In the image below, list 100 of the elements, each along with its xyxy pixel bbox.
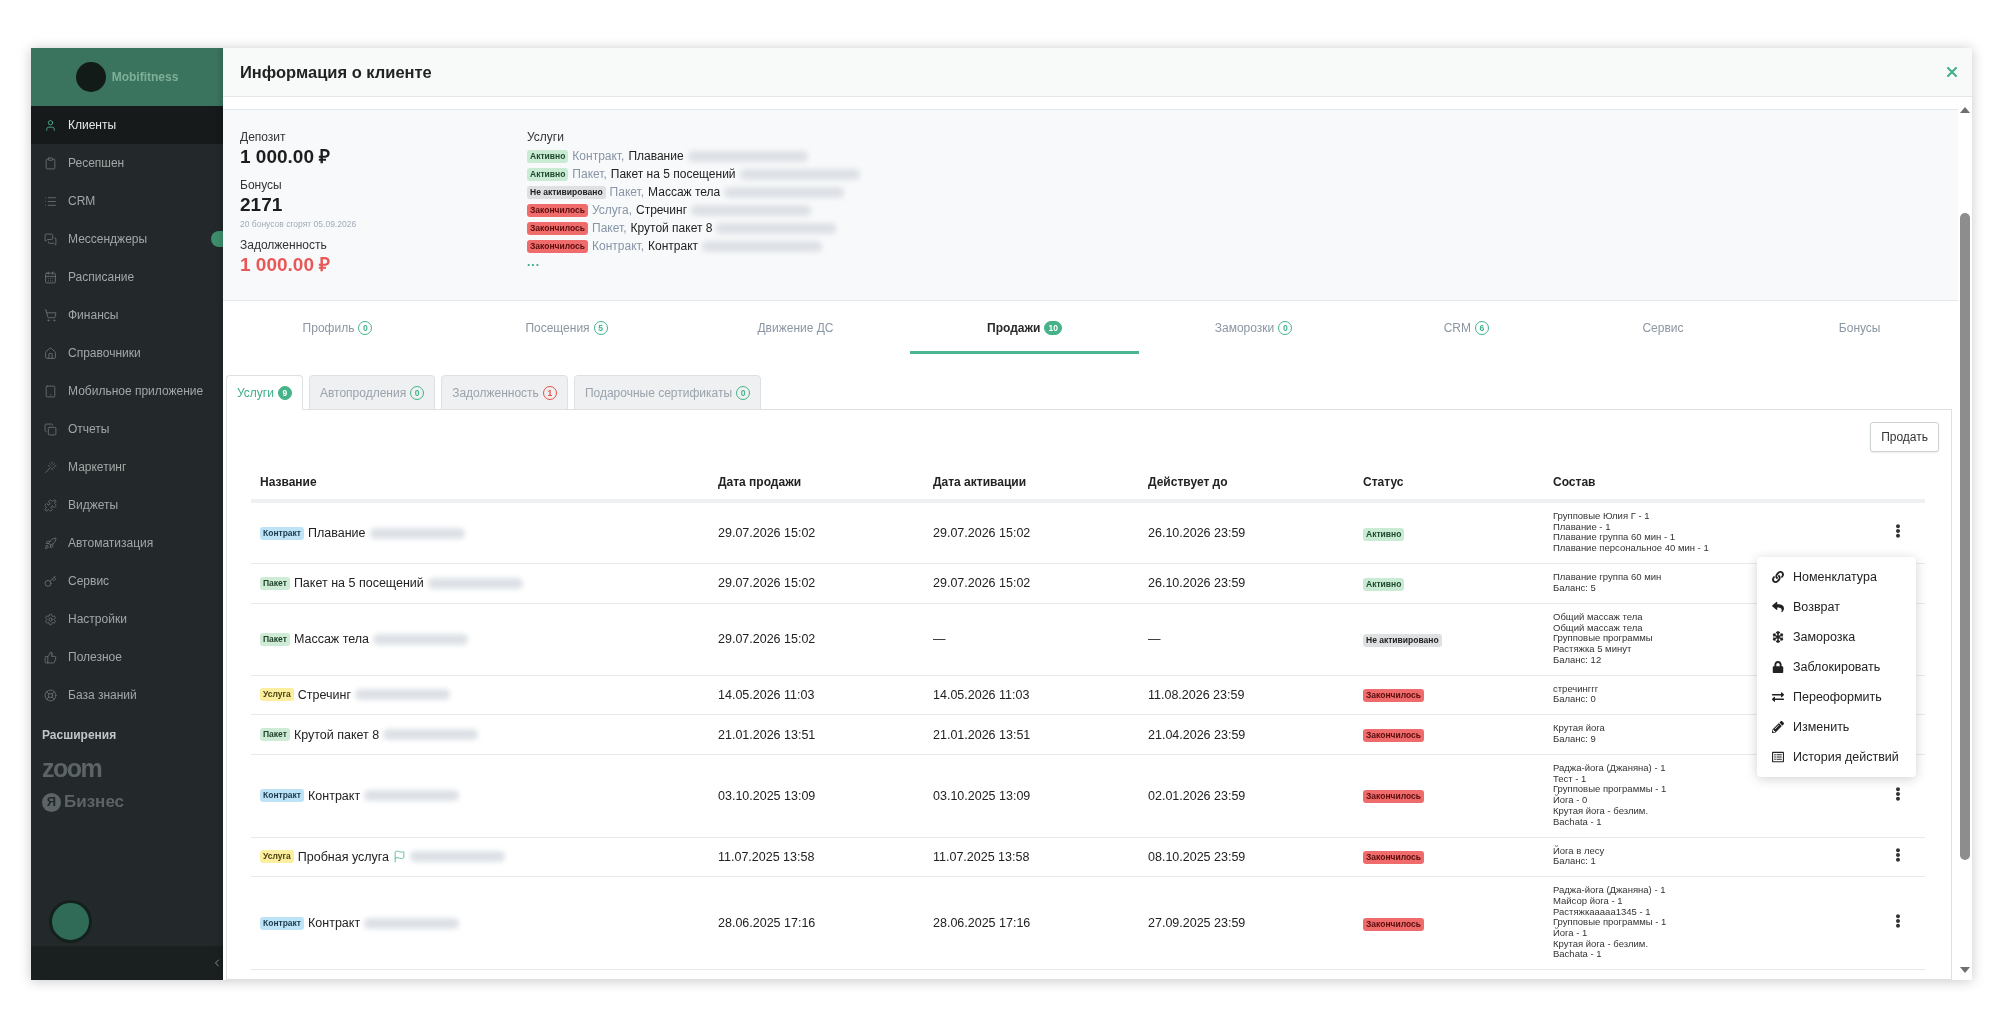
snowflake-icon — [1772, 631, 1784, 644]
service-name: Массаж тела — [648, 185, 721, 199]
table-cell: Йога в лесу Баланс: 1 — [1553, 845, 1605, 867]
link-icon — [1772, 571, 1784, 584]
table-cell: Плавание группа 60 мин Баланс: 5 — [1553, 572, 1662, 594]
count-badge: 10 — [1044, 320, 1062, 335]
menu-item[interactable]: История действий — [1757, 742, 1916, 773]
sidebar-item[interactable]: Расписание — [31, 258, 223, 296]
user-avatar[interactable] — [49, 900, 92, 943]
menu-item[interactable]: Заморозка — [1757, 622, 1916, 653]
rocket-icon — [44, 536, 57, 550]
tab[interactable]: Сервис — [1564, 301, 1762, 354]
table-cell: 08.10.2025 23:59 — [1139, 837, 1354, 877]
reply-icon — [1772, 601, 1784, 614]
column-header: Статус — [1354, 465, 1544, 501]
sidebar-item[interactable]: Клиенты — [31, 106, 223, 144]
type-tag: Услуга — [260, 850, 294, 864]
tab[interactable]: Продажи 10 — [910, 301, 1139, 354]
table-cell: 21.04.2026 23:59 — [1139, 714, 1354, 755]
table-cell: 26.10.2026 23:59 — [1139, 563, 1354, 604]
sidebar-item[interactable]: Настройки — [31, 600, 223, 638]
column-header: Дата активации — [924, 465, 1139, 501]
table-cell: 14.05.2026 11:03 — [924, 675, 1139, 715]
sidebar-item[interactable]: Мобильное приложение — [31, 372, 223, 410]
type-tag: Контракт — [260, 916, 304, 930]
logo-text: Mobifitness — [111, 70, 179, 84]
table-cell: Крутая йога Баланс: 9 — [1553, 723, 1605, 745]
status-badge: Закончилось — [527, 203, 588, 217]
column-header: Дата продажи — [709, 465, 924, 501]
tab[interactable]: Посещения 5 — [452, 301, 681, 354]
deposit-value: 1 000.00 ₽ — [240, 145, 332, 169]
sidebar-item[interactable]: Полезное — [31, 638, 223, 676]
home-icon — [44, 346, 57, 360]
table-cell: 29.07.2026 15:02 — [709, 603, 924, 676]
scroll-up-icon[interactable] — [1960, 107, 1970, 113]
list-icon — [1772, 751, 1784, 764]
status-badge: Закончилось — [527, 221, 588, 235]
table-cell: — — [924, 603, 1139, 676]
bonus-note: 20 бонусов сгорят 05.09.2026 — [240, 219, 358, 229]
service-name: Пробная услуга — [297, 849, 390, 864]
menu-item[interactable]: Переоформить — [1757, 682, 1916, 713]
service-name: Крутой пакет 8 — [293, 727, 380, 742]
table-cell: 14.05.2026 11:03 — [709, 675, 924, 715]
service-name: Плавание — [308, 526, 366, 541]
service-type: Контракт, — [572, 149, 625, 163]
sidebar-item[interactable]: Финансы — [31, 296, 223, 334]
tab[interactable]: Заморозки 0 — [1139, 301, 1368, 354]
sidebar-item[interactable]: Ресепшен — [31, 144, 223, 182]
status-badge: Закончилось — [1363, 729, 1424, 743]
type-tag: Контракт — [260, 789, 304, 803]
column-header: Состав — [1544, 465, 1871, 501]
section-title: Расширения — [41, 727, 118, 744]
sidebar-item[interactable]: База знаний — [31, 676, 223, 714]
sell-button[interactable]: Продать — [1870, 422, 1939, 452]
menu-item[interactable]: Заблокировать — [1757, 652, 1916, 683]
table-cell: 11.07.2025 13:58 — [924, 837, 1139, 877]
user-icon — [44, 118, 57, 132]
menu-item[interactable]: Возврат — [1757, 592, 1916, 623]
table-cell: Общий массаж тела Общий массаж тела Групповые программы Растяжка 5 минут Баланс: 12 — [1553, 611, 1653, 666]
tab[interactable]: Профиль 0 — [223, 301, 452, 354]
calendar-icon — [44, 270, 57, 284]
sidebar-item[interactable]: Справочники — [31, 334, 223, 372]
status-badge: Закончилось — [1363, 790, 1424, 804]
swap-arrows-icon — [1772, 691, 1784, 704]
table-cell: 11.08.2026 23:59 — [1139, 675, 1354, 715]
menu-item[interactable]: Изменить — [1757, 712, 1916, 743]
sidebar-item[interactable]: CRM — [31, 182, 223, 220]
scrollbar-thumb[interactable] — [1960, 213, 1970, 860]
type-tag: Пакет — [260, 632, 290, 646]
sub-tab[interactable]: Задолженность 1 — [441, 375, 568, 410]
sidebar-item[interactable]: Отчеты — [31, 410, 223, 448]
sidebar-item[interactable]: Виджеты — [31, 486, 223, 524]
menu-item[interactable]: Номенклатура — [1757, 562, 1916, 593]
scroll-down-icon[interactable] — [1960, 967, 1970, 973]
field-label: Депозит — [240, 130, 287, 144]
sidebar-item[interactable]: Маркетинг — [31, 448, 223, 486]
type-tag: Услуга — [260, 688, 294, 702]
service-type: Пакет, — [592, 221, 627, 235]
status-badge: Закончилось — [527, 239, 588, 253]
documents-icon — [44, 422, 57, 436]
debt-value: 1 000.00 ₽ — [240, 253, 332, 277]
tab[interactable]: Движение ДС — [681, 301, 910, 354]
wand-icon — [44, 460, 57, 474]
table-cell: 21.01.2026 13:51 — [709, 714, 924, 755]
service-name: Пакет на 5 посещений — [610, 167, 736, 181]
sidebar-item[interactable]: Автоматизация — [31, 524, 223, 562]
pencil-icon — [1772, 721, 1784, 734]
lock-icon — [1772, 661, 1784, 674]
sidebar-item[interactable]: Мессенджеры — [31, 220, 223, 258]
service-name: Контракт — [308, 788, 361, 803]
table-cell: — — [1139, 603, 1354, 676]
status-badge: Активно — [527, 149, 569, 163]
table-cell: 21.01.2026 13:51 — [924, 714, 1139, 755]
service-type: Пакет, — [609, 185, 645, 199]
tab[interactable]: Бонусы — [1761, 301, 1958, 354]
table-cell: 29.07.2026 15:02 — [709, 563, 924, 604]
sidebar-item[interactable]: Сервис — [31, 562, 223, 600]
table-cell: 03.10.2025 13:09 — [924, 754, 1139, 838]
status-badge: Активно — [1363, 577, 1405, 591]
thumbs-up-icon — [44, 650, 57, 664]
